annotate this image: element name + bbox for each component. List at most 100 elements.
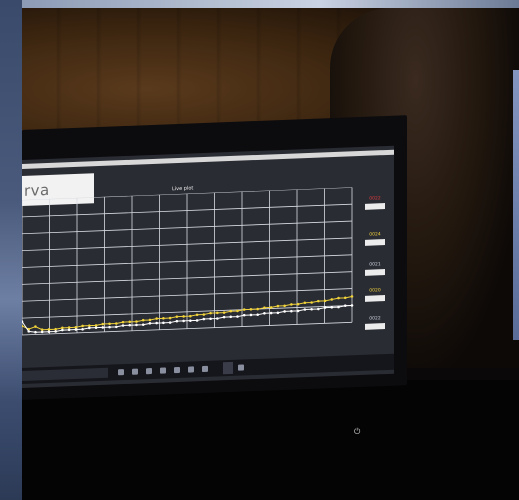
readout-5-label: 0022 <box>369 316 381 322</box>
series-2-point <box>310 307 313 311</box>
series-2-point <box>40 330 44 334</box>
series-2-point <box>182 319 185 323</box>
series-2-point <box>155 321 158 325</box>
series-2-point <box>290 309 293 313</box>
series-2-point <box>61 328 64 332</box>
series-1-point <box>350 295 354 298</box>
series-2-point <box>67 328 71 332</box>
blurred-top-edge <box>22 0 519 8</box>
blurred-right-edge <box>513 70 519 340</box>
series-2-point <box>269 311 273 315</box>
series-2-point <box>242 313 246 317</box>
series-1-point <box>303 301 307 305</box>
series-2-point <box>317 307 320 311</box>
readout-2: 0024 <box>362 232 388 246</box>
readout-3-box <box>365 269 385 276</box>
series-1-point <box>128 320 132 324</box>
series-2-point <box>222 315 226 319</box>
series-1-point <box>249 308 253 311</box>
series-2-point <box>81 327 84 331</box>
taskbar-folder-icon[interactable] <box>146 368 152 375</box>
taskbar-search-box[interactable] <box>22 367 108 381</box>
chart-title: Live plot <box>172 185 194 193</box>
series-2-point <box>303 308 307 311</box>
readout-1: 0022 <box>362 196 388 210</box>
series-2-point <box>249 313 253 317</box>
power-icon[interactable]: ⏻ <box>354 427 360 437</box>
photo-scene: rva Live plot 0022 0024 0021 0020 0022 ⏻ <box>0 0 519 500</box>
taskbar-edge-icon[interactable] <box>132 368 138 375</box>
series-1-point <box>209 311 212 315</box>
dark-desk <box>22 380 519 500</box>
series-2-point <box>202 317 206 321</box>
series-1-point <box>182 315 185 318</box>
series-1-point <box>121 320 125 324</box>
series-2-point <box>94 326 98 329</box>
series-1-point <box>88 324 91 327</box>
series-1-point <box>317 299 320 303</box>
readout-3: 0021 <box>362 262 388 276</box>
series-1-point <box>216 311 219 315</box>
series-1-point <box>175 315 179 318</box>
series-2-point <box>128 323 132 327</box>
blurred-left-edge <box>0 0 22 500</box>
series-1-point <box>141 318 145 322</box>
readout-4: 0020 <box>362 288 388 302</box>
series-2-point <box>175 319 179 323</box>
readout-4-label: 0020 <box>369 288 381 294</box>
monitor: rva Live plot 0022 0024 0021 0020 0022 <box>22 115 407 401</box>
series-1-point <box>343 296 347 300</box>
series-1-point <box>256 307 260 311</box>
taskbar-chrome-icon[interactable] <box>188 366 194 373</box>
series-1-point <box>101 322 105 326</box>
series-2-point <box>189 319 192 322</box>
series-2-point <box>216 317 219 320</box>
series-1-point <box>108 322 111 326</box>
series-1-point <box>310 301 313 304</box>
series-2-point <box>34 330 37 334</box>
series-2-point <box>209 317 212 321</box>
series-2-point <box>54 330 57 333</box>
series-1-point <box>290 303 293 306</box>
series-1-point <box>61 326 64 330</box>
series-2-point <box>168 321 172 324</box>
series-1-point <box>283 304 286 308</box>
readout-2-box <box>365 239 385 246</box>
series-2-point <box>114 325 118 329</box>
series-1-point <box>195 313 199 317</box>
series-1-point <box>202 313 206 316</box>
series-2-point <box>148 322 152 325</box>
taskbar-mail-icon[interactable] <box>174 366 180 374</box>
series-2-point <box>350 304 354 307</box>
series-2-point <box>88 326 91 330</box>
series-1-point <box>168 316 172 320</box>
taskbar-app-icon-2[interactable] <box>238 364 244 371</box>
readout-5-box <box>365 323 385 330</box>
series-1-point <box>67 326 71 329</box>
series-2-point <box>108 325 111 329</box>
series-2-point <box>229 315 233 319</box>
series-2-point <box>162 321 165 325</box>
series-2-point <box>236 315 239 318</box>
series-2-point <box>283 310 286 313</box>
series-2-point <box>121 324 125 327</box>
series-1-point <box>114 322 118 325</box>
series-2-point <box>263 312 266 315</box>
readout-1-box <box>365 203 385 210</box>
series-2-point <box>101 326 105 329</box>
series-1-point <box>81 324 84 328</box>
taskbar-app-icon[interactable] <box>202 365 208 373</box>
taskbar-active-app[interactable] <box>223 361 233 375</box>
live-plot-chart <box>22 187 354 336</box>
series-2-point <box>276 311 280 315</box>
taskbar-task-view-icon[interactable] <box>118 369 124 376</box>
series-1-point <box>94 324 98 327</box>
window-title-strip <box>22 149 394 169</box>
taskbar <box>22 353 394 384</box>
series-1-point <box>330 298 334 301</box>
series-1-point <box>135 320 138 323</box>
series-1-point <box>276 304 280 308</box>
header-text: rva <box>24 180 50 200</box>
taskbar-store-icon[interactable] <box>160 367 166 374</box>
series-2-point <box>141 323 145 327</box>
